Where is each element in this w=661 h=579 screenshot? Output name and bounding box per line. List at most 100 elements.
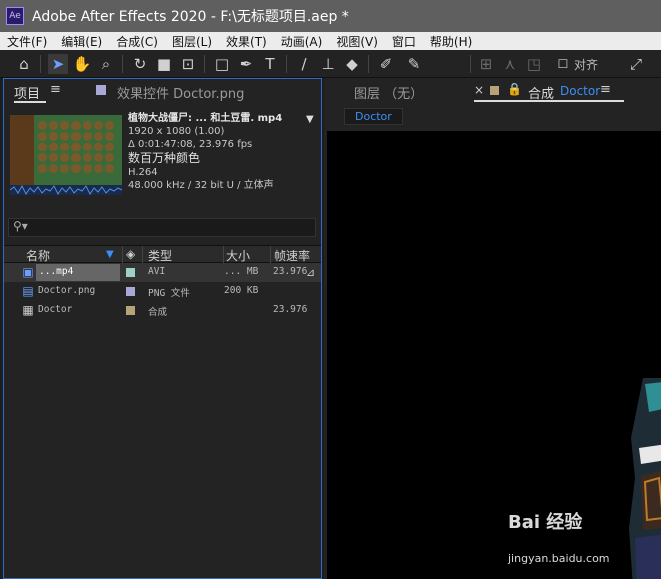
item-name: Doctor.png <box>38 285 96 296</box>
rectangle-tool-icon[interactable]: □ <box>212 54 232 74</box>
toolbar-divider <box>470 55 471 73</box>
column-type[interactable]: 类型 <box>148 247 172 264</box>
thumbnail-grid <box>38 121 114 173</box>
lock-icon[interactable]: 🔒 <box>507 82 522 96</box>
brush-tool-icon[interactable]: ∕ <box>294 54 314 74</box>
composition-panel-tabs: 图层 （无） × 🔒 合成 Doctor ≡ <box>324 78 661 104</box>
baidu-watermark: Bai 经验 <box>508 512 583 533</box>
project-column-header: 名称 ▼ ◈ 类型 大小 帧速率 <box>4 245 321 264</box>
project-item-row[interactable]: ▦ Doctor 合成 23.976 <box>4 301 321 320</box>
local-axis-icon[interactable]: ⊞ <box>476 54 496 74</box>
after-effects-logo-icon: Ae <box>6 7 24 25</box>
snapping-checkbox[interactable]: ☐ <box>556 54 570 74</box>
tab-layer[interactable]: 图层 （无） <box>354 83 423 102</box>
label-color-swatch[interactable] <box>126 306 135 315</box>
label-tag-icon[interactable]: ◈ <box>126 247 135 261</box>
rotate-tool-icon[interactable]: ↻ <box>130 54 150 74</box>
sort-arrow-icon[interactable]: ▼ <box>106 249 114 260</box>
menu-layer[interactable]: 图层(L) <box>165 33 219 50</box>
item-type: 合成 <box>148 307 168 318</box>
flowchart-icon[interactable]: ⊿ <box>306 266 315 279</box>
audio-waveform <box>10 185 122 197</box>
composition-viewer <box>327 131 661 579</box>
toolbar-divider <box>368 55 369 73</box>
column-name[interactable]: 名称 <box>26 247 50 264</box>
tab-effect-controls[interactable]: 效果控件 Doctor.png <box>117 83 244 102</box>
footage-codec: H.264 <box>128 167 158 178</box>
item-framerate: 23.976 <box>273 304 308 315</box>
baidu-watermark-url: jingyan.baidu.com <box>508 552 610 565</box>
project-item-row[interactable]: ▤ Doctor.png PNG 文件 200 KB <box>4 282 321 301</box>
tab-composition-name[interactable]: Doctor <box>560 84 600 98</box>
pen-tool-icon[interactable]: ✒ <box>236 54 256 74</box>
video-icon: ▣ <box>22 265 34 279</box>
footage-colors: 数百万种颜色 <box>128 151 201 165</box>
panel-menu-icon[interactable]: ≡ <box>50 82 61 97</box>
menu-window[interactable]: 窗口 <box>385 33 423 50</box>
item-framerate: 23.976 <box>273 266 308 277</box>
footage-thumbnail <box>10 115 122 187</box>
selection-tool-icon[interactable]: ➤ <box>48 54 68 74</box>
item-size: 200 KB <box>224 285 259 296</box>
puppet-pin-tool-icon[interactable]: ✎ <box>404 54 424 74</box>
menu-view[interactable]: 视图(V) <box>329 33 385 50</box>
toolbar-divider <box>286 55 287 73</box>
project-item-row[interactable]: ▣ ...mp4 AVI ... MB 23.976 ⊿ <box>4 263 321 282</box>
text-tool-icon[interactable]: T <box>260 54 280 74</box>
world-axis-icon[interactable]: ⋏ <box>500 54 520 74</box>
composition-icon: ▦ <box>22 303 34 317</box>
footage-resolution: 1920 x 1080 (1.00) <box>128 126 225 137</box>
item-type: PNG 文件 <box>148 288 190 299</box>
expand-toolbar-icon[interactable]: ⤢ <box>626 54 646 74</box>
snapping-label: 对齐 <box>574 58 599 72</box>
project-search-input[interactable]: ⚲▾ <box>8 218 316 237</box>
item-size: ... MB <box>224 266 259 277</box>
home-icon[interactable]: ⌂ <box>14 54 34 74</box>
menu-edit[interactable]: 编辑(E) <box>54 33 109 50</box>
menu-animation[interactable]: 动画(A) <box>274 33 330 50</box>
composition-breadcrumb[interactable]: Doctor <box>344 108 403 125</box>
hand-tool-icon[interactable]: ✋ <box>72 54 92 74</box>
roto-brush-tool-icon[interactable]: ✐ <box>376 54 396 74</box>
footage-filename: 植物大战僵尸: ... 和土豆雷. mp4 <box>128 113 283 124</box>
column-divider <box>223 246 224 264</box>
active-tab-indicator <box>474 100 624 102</box>
toolbar-divider <box>204 55 205 73</box>
zoom-tool-icon[interactable]: ⌕ <box>96 54 116 74</box>
clone-stamp-tool-icon[interactable]: ⊥ <box>318 54 338 74</box>
item-name: ...mp4 <box>36 264 120 281</box>
doctor-character-image <box>629 378 661 579</box>
column-divider <box>142 246 143 264</box>
menu-composition[interactable]: 合成(C) <box>109 33 165 50</box>
label-color-swatch[interactable] <box>126 287 135 296</box>
window-title: Adobe After Effects 2020 - F:\无标题项目.aep … <box>32 9 349 25</box>
column-divider <box>122 246 123 264</box>
label-color-swatch[interactable] <box>126 268 135 277</box>
footage-info: 植物大战僵尸: ... 和土豆雷. mp4 1920 x 1080 (1.00)… <box>128 112 282 192</box>
toolbar-divider <box>40 55 41 73</box>
camera-tool-icon[interactable]: ■ <box>154 54 174 74</box>
close-tab-icon[interactable]: × <box>474 83 484 97</box>
image-icon: ▤ <box>22 284 34 298</box>
thumbnail-sidebar <box>10 115 34 187</box>
column-divider <box>270 246 271 264</box>
tools-toolbar: ⌂ ➤ ✋ ⌕ ↻ ■ ⊡ □ ✒ T ∕ ⊥ ◆ ✐ ✎ ⊞ ⋏ ◳ ☐ 对齐… <box>0 50 661 78</box>
pan-behind-tool-icon[interactable]: ⊡ <box>178 54 198 74</box>
column-size[interactable]: 大小 <box>226 247 250 264</box>
composition-panel: 图层 （无） × 🔒 合成 Doctor ≡ Doctor <box>324 78 661 579</box>
eraser-tool-icon[interactable]: ◆ <box>342 54 362 74</box>
menu-effect[interactable]: 效果(T) <box>219 33 274 50</box>
item-type: AVI <box>148 266 166 277</box>
view-axis-icon[interactable]: ◳ <box>524 54 544 74</box>
tab-project[interactable]: 项目 <box>14 83 40 102</box>
panel-menu-icon[interactable]: ≡ <box>600 82 611 97</box>
menu-file[interactable]: 文件(F) <box>0 33 54 50</box>
menu-bar: 文件(F) 编辑(E) 合成(C) 图层(L) 效果(T) 动画(A) 视图(V… <box>0 32 661 50</box>
active-tab-indicator <box>14 101 46 103</box>
menu-help[interactable]: 帮助(H) <box>423 33 479 50</box>
usage-dropdown-icon[interactable]: ▼ <box>306 114 314 125</box>
column-framerate[interactable]: 帧速率 <box>274 247 310 264</box>
toolbar-divider <box>122 55 123 73</box>
project-panel-tabs: 项目 ≡ 效果控件 Doctor.png <box>4 79 321 103</box>
project-panel: 项目 ≡ 效果控件 Doctor.png 植物大战僵尸: ... 和土豆雷. m… <box>3 78 322 579</box>
